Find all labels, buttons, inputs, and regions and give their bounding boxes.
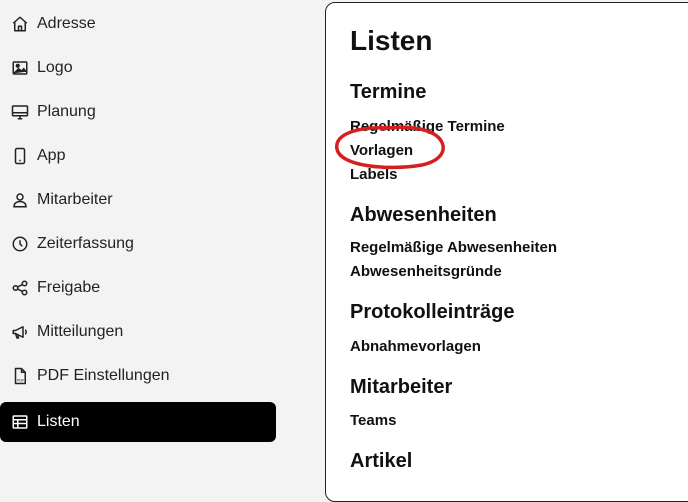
sidebar-item-app[interactable]: App — [0, 136, 276, 176]
sidebar-item-zeiterfassung[interactable]: Zeiterfassung — [0, 224, 276, 264]
home-icon — [10, 14, 30, 34]
link-teams[interactable]: Teams — [350, 412, 396, 429]
monitor-icon — [10, 102, 30, 122]
link-labels[interactable]: Labels — [350, 166, 398, 183]
sidebar-item-planung[interactable]: Planung — [0, 92, 276, 132]
link-abnahmevorlagen[interactable]: Abnahmevorlagen — [350, 338, 481, 355]
link-regelmaessige-abwesenheiten[interactable]: Regelmäßige Abwesenheiten — [350, 239, 557, 256]
sidebar-item-label: Mitteilungen — [37, 323, 124, 340]
section-title-termine: Termine — [350, 81, 427, 103]
link-abwesenheitsgruende[interactable]: Abwesenheitsgründe — [350, 263, 502, 280]
sidebar-item-label: Freigabe — [37, 279, 101, 296]
page-title: Listen — [350, 25, 433, 56]
sidebar-item-label: Planung — [37, 103, 96, 120]
pdf-file-icon: PDF — [10, 366, 30, 386]
section-title-artikel: Artikel — [350, 450, 413, 472]
user-icon — [10, 190, 30, 210]
sidebar-item-label: Logo — [37, 59, 73, 76]
sidebar-item-label: Adresse — [37, 15, 96, 32]
sidebar-item-mitarbeiter[interactable]: Mitarbeiter — [0, 180, 276, 220]
megaphone-icon — [10, 322, 30, 342]
sidebar-item-label: Zeiterfassung — [37, 235, 134, 252]
sidebar-item-adresse[interactable]: Adresse — [0, 4, 276, 44]
image-icon — [10, 58, 30, 78]
sidebar-item-label: Mitarbeiter — [37, 191, 113, 208]
link-regelmaessige-termine[interactable]: Regelmäßige Termine — [350, 118, 505, 135]
listen-panel: Listen Termine Regelmäßige Termine Vorla… — [325, 2, 688, 502]
table-icon — [10, 412, 30, 432]
smartphone-icon — [10, 146, 30, 166]
sidebar-item-listen[interactable]: Listen — [0, 402, 276, 442]
section-title-protokolleintraege: Protokolleinträge — [350, 301, 515, 323]
settings-sidebar: Adresse Logo Planung App Mitarbeiter Zei… — [0, 0, 300, 477]
sidebar-item-pdf-einstellungen[interactable]: PDF PDF Einstellungen — [0, 356, 276, 396]
sidebar-item-logo[interactable]: Logo — [0, 48, 276, 88]
sidebar-item-label: App — [37, 147, 66, 164]
section-title-abwesenheiten: Abwesenheiten — [350, 204, 497, 226]
share-icon — [10, 278, 30, 298]
sidebar-item-label: Listen — [37, 413, 80, 430]
clock-icon — [10, 234, 30, 254]
section-title-mitarbeiter: Mitarbeiter — [350, 376, 453, 398]
sidebar-item-mitteilungen[interactable]: Mitteilungen — [0, 312, 276, 352]
link-vorlagen[interactable]: Vorlagen — [350, 142, 413, 159]
svg-text:PDF: PDF — [17, 378, 24, 382]
sidebar-item-label: PDF Einstellungen — [37, 367, 170, 384]
sidebar-item-freigabe[interactable]: Freigabe — [0, 268, 276, 308]
